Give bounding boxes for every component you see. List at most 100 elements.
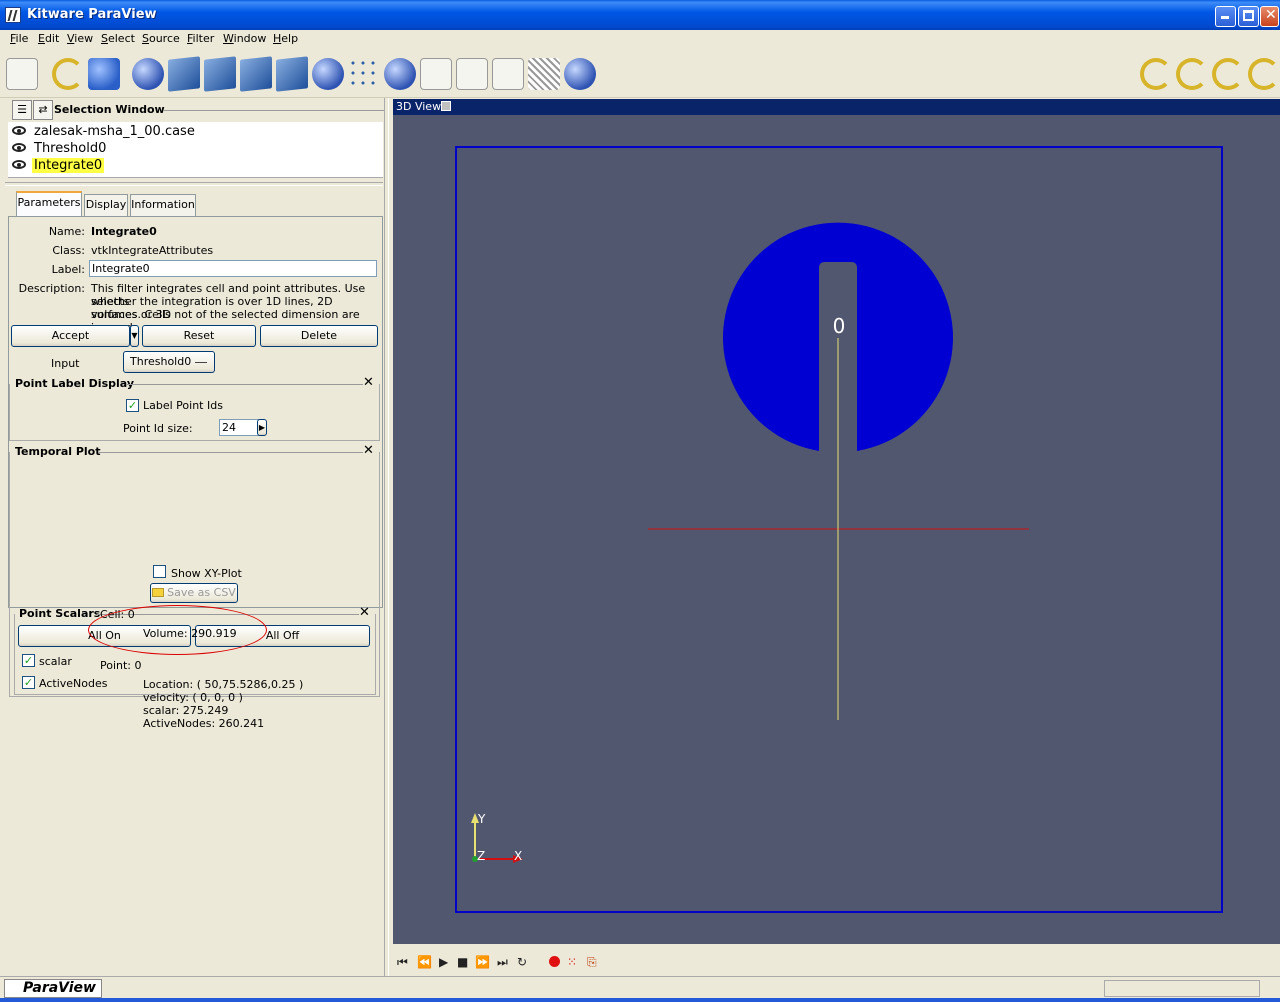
menu-select[interactable]: Select [101,32,135,45]
eye-icon[interactable] [12,160,26,169]
close-button[interactable]: ✕ [1260,6,1279,27]
contour-icon[interactable] [312,58,344,90]
pipeline-item[interactable]: zalesak-msha_1_00.case [8,123,383,140]
eye-icon[interactable] [12,143,26,152]
menu-filter[interactable]: Filter [187,32,214,45]
last-frame-icon[interactable]: ⏭ [497,955,508,970]
minimize-button[interactable] [1215,6,1236,27]
activenodes-text: ActiveNodes: 260.241 [143,717,265,730]
activenodes-checkbox[interactable]: ✓ [22,676,35,689]
menu-help[interactable]: Help [273,32,298,45]
stop-icon[interactable]: ■ [457,955,468,969]
record-icon[interactable] [549,956,560,967]
menu-source[interactable]: Source [142,32,180,45]
title-bar: Kitware ParaView ✕ [0,0,1280,30]
first-frame-icon[interactable]: ⏮ [397,955,408,970]
dropdown-icon [195,362,207,363]
extract-icon[interactable] [276,56,308,92]
mesh-icon[interactable] [528,58,560,90]
zoom-fit-icon[interactable] [88,58,120,90]
status-bar: ParaView [0,976,1280,998]
threshold-icon[interactable] [240,56,272,92]
close-icon: ✕ [1265,7,1277,23]
description-label: Description: [18,282,85,295]
interaction-mode-icon[interactable] [6,58,38,90]
accept-button[interactable]: Accept [11,325,130,347]
status-field [1104,980,1260,997]
render-view[interactable]: 0 Y Z X [393,115,1280,944]
rotate-icon[interactable] [1212,58,1244,90]
menu-window[interactable]: Window [223,32,266,45]
pipeline-item-label: Threshold0 [34,141,107,156]
label-point-ids-checkbox[interactable]: ✓ [126,399,139,412]
pipeline-item[interactable]: Threshold0 [8,140,383,157]
plot-icon[interactable] [420,58,452,90]
eye-icon[interactable] [12,126,26,135]
view-options-icon[interactable] [441,101,451,111]
show-xy-plot-checkbox[interactable] [153,565,166,578]
maximize-button[interactable] [1238,6,1259,27]
taskbar [0,998,1280,1002]
toolbar [0,50,1280,98]
play-icon[interactable]: ▶ [439,955,448,969]
probe-icon[interactable] [456,58,488,90]
integrate-icon[interactable] [384,58,416,90]
record-state-icon[interactable]: ⎘ [587,955,597,970]
pipeline-item[interactable]: Integrate0 [8,157,383,174]
point-id-size-input[interactable]: 24 [219,419,259,436]
paraview-logo-text: ParaView [23,980,96,996]
point-id-label: 0 [833,314,846,338]
scalar-text: scalar: 275.249 [143,704,229,717]
rotate-icon[interactable] [1248,58,1280,90]
axis-y-label: Y [477,812,486,826]
calculator-icon[interactable] [132,58,164,90]
panel-splitter[interactable] [384,98,389,976]
scalar-label: scalar [39,655,72,668]
swap-icon[interactable]: ⇄ [33,100,53,120]
menu-edit[interactable]: Edit [38,32,59,45]
activenodes-label: ActiveNodes [39,677,108,690]
reset-button[interactable]: Reset [142,325,256,347]
reset-camera-icon[interactable] [52,58,84,90]
previous-frame-icon[interactable]: ⏪ [417,955,432,969]
menu-file[interactable]: File [10,32,28,45]
rotate-icon[interactable] [1140,58,1172,90]
save-as-csv-button[interactable]: Save as CSV [150,583,238,603]
accept-dropdown-icon[interactable]: ▼ [130,325,139,347]
point-id-size-label: Point Id size: [123,422,193,435]
streamline-icon[interactable] [492,58,524,90]
pipeline-item-label: Integrate0 [32,158,105,173]
left-panel: ☰ ⇄ Selection Window zalesak-msha_1_00.c… [0,98,385,974]
tab-parameters[interactable]: Parameters [16,191,82,216]
view-header: 3D View [393,99,1280,115]
point-id-text: Point: 0 [100,659,142,672]
loop-icon[interactable]: ↻ [517,955,527,969]
list-icon[interactable]: ☰ [12,100,32,120]
menu-view[interactable]: View [67,32,93,45]
label-point-ids-label: Label Point Ids [143,399,223,412]
next-frame-icon[interactable]: ⏩ [475,955,490,969]
delete-button[interactable]: Delete [260,325,378,347]
label-input[interactable]: Integrate0 [89,260,377,277]
record-geometry-icon[interactable]: ⁙ [567,955,577,969]
tab-information[interactable]: Information [130,194,196,216]
label-label: Label: [51,263,85,276]
pipeline-item-label: zalesak-msha_1_00.case [34,124,195,139]
pipeline-title: Selection Window [54,103,165,116]
splitter[interactable] [5,182,383,186]
name-value: Integrate0 [91,225,157,238]
tab-display[interactable]: Display [84,194,128,216]
paraview-app-icon [5,7,21,23]
clip-icon[interactable] [168,56,200,92]
glyph-icon[interactable] [348,58,380,90]
spin-up-icon[interactable]: ▶ [257,419,267,436]
slice-icon[interactable] [204,56,236,92]
name-label: Name: [48,225,85,238]
class-value: vtkIntegrateAttributes [91,244,214,257]
class-label: Class: [52,244,85,257]
scene-svg: 0 Y Z X [471,222,1029,863]
ruler-icon[interactable] [564,58,596,90]
rotate-icon[interactable] [1176,58,1208,90]
view-title: 3D View [396,100,442,113]
scalar-checkbox[interactable]: ✓ [22,654,35,667]
